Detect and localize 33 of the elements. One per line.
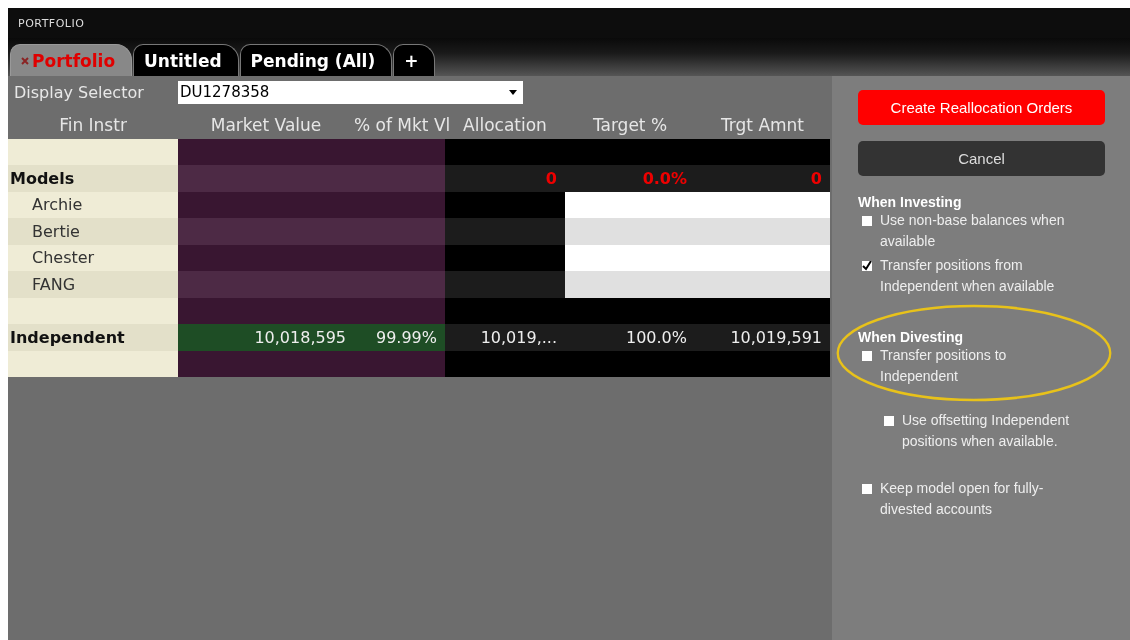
checkbox-label[interactable]: Keep model open for fully-divested accounts [880, 478, 1050, 520]
column-header[interactable]: Trgt Amnt [695, 112, 830, 136]
window-title: PORTFOLIO [18, 16, 85, 30]
checkbox-label[interactable]: Transfer positions from Independent when available [880, 255, 1070, 297]
table-cell: 10,019,... [445, 324, 565, 351]
table-cell: 0.0% [565, 165, 695, 192]
table-cell: 0 [445, 165, 565, 192]
table-cell: 0 [695, 165, 830, 192]
table-cell: Bertie [8, 218, 178, 245]
table-cell: 10,018,595 [178, 324, 354, 351]
display-selector-label: Display Selector [13, 82, 145, 102]
section-heading: When Divesting [858, 329, 964, 345]
action-button[interactable]: Create Reallocation Orders [858, 90, 1105, 125]
table-cell: Archie [8, 191, 178, 218]
table-cell: FANG [8, 271, 178, 298]
table-cell: Chester [8, 244, 178, 271]
table-cell: Independent [8, 324, 178, 351]
tab[interactable]: Pending (All) [239, 44, 393, 76]
checkbox-label[interactable]: Use offsetting Independent positions when available. [902, 410, 1107, 452]
table-cell: 10,019,591 [695, 324, 830, 351]
tab[interactable]: + [393, 44, 436, 76]
display-selector-dropdown[interactable]: DU1278358 [178, 80, 523, 104]
table-cell: Models [8, 165, 178, 192]
tab[interactable]: Untitled [133, 44, 239, 76]
column-header[interactable]: Market Value [178, 112, 354, 136]
checkbox-label[interactable]: Transfer positions to Independent [880, 345, 1070, 387]
action-button[interactable]: Cancel [858, 141, 1105, 176]
section-heading: When Investing [858, 194, 963, 210]
table-cell: 100.0% [565, 324, 695, 351]
checkbox-label[interactable]: Use non-base balances when available [880, 210, 1070, 252]
column-header[interactable]: Fin Instr [8, 112, 178, 136]
table-cell: 99.99% [354, 324, 445, 351]
column-header[interactable]: Target % [565, 112, 695, 136]
